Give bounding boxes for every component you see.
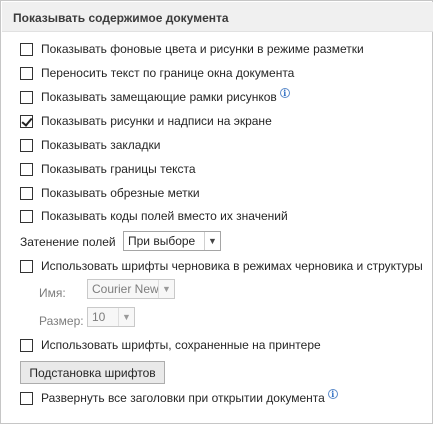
option-show-drawings[interactable]: Показывать рисунки и надписи на экране <box>20 113 272 129</box>
select-value: При выборе <box>128 234 196 248</box>
font-name-label: Имя: <box>39 286 66 300</box>
option-show-text-boundaries[interactable]: Показывать границы текста <box>20 161 196 177</box>
checkbox[interactable] <box>20 209 33 223</box>
option-label: Развернуть все заголовки при открытии до… <box>41 391 325 405</box>
checkbox[interactable] <box>20 138 33 152</box>
option-draft-font[interactable]: Использовать шрифты черновика в режимах … <box>20 258 423 274</box>
option-show-background-colors[interactable]: Показывать фоновые цвета и рисунки в реж… <box>20 41 364 57</box>
checkbox[interactable] <box>20 259 33 273</box>
option-label: Показывать границы текста <box>41 162 196 176</box>
checkbox[interactable] <box>20 162 33 176</box>
field-shading-select[interactable]: При выборе ▼ <box>123 231 221 251</box>
checkbox[interactable] <box>20 90 33 104</box>
field-shading-label: Затенение полей <box>20 235 116 249</box>
option-wrap-text-window[interactable]: Переносить текст по границе окна докумен… <box>20 65 294 81</box>
section-title: Показывать содержимое документа <box>13 11 229 25</box>
info-icon[interactable]: i <box>327 389 338 399</box>
option-label: Использовать шрифты, сохраненные на прин… <box>41 338 321 352</box>
option-label: Показывать замещающие рамки рисунков <box>41 90 277 104</box>
section-header: Показывать содержимое документа <box>2 2 433 32</box>
font-size-label: Размер: <box>39 314 84 328</box>
info-icon[interactable]: i <box>279 88 290 98</box>
option-picture-placeholders[interactable]: Показывать замещающие рамки рисунков i <box>20 88 290 105</box>
font-size-select[interactable]: 10 ▼ <box>87 307 135 327</box>
chevron-down-icon[interactable]: ▼ <box>118 308 134 326</box>
select-value: Courier New <box>92 282 158 296</box>
option-show-field-codes[interactable]: Показывать коды полей вместо их значений <box>20 208 288 224</box>
checkbox[interactable] <box>20 391 33 405</box>
checkbox[interactable] <box>20 66 33 80</box>
option-label: Показывать фоновые цвета и рисунки в реж… <box>41 42 364 56</box>
option-label: Показывать рисунки и надписи на экране <box>41 114 272 128</box>
option-label: Показывать обрезные метки <box>41 186 200 200</box>
chevron-down-icon[interactable]: ▼ <box>204 232 220 250</box>
checkbox[interactable] <box>20 42 33 56</box>
select-value: 10 <box>92 310 106 324</box>
font-name-select[interactable]: Courier New ▼ <box>87 279 175 299</box>
option-label: Использовать шрифты черновика в режимах … <box>41 259 423 273</box>
checkbox[interactable] <box>20 186 33 200</box>
checkbox[interactable] <box>20 338 33 352</box>
option-show-crop-marks[interactable]: Показывать обрезные метки <box>20 185 200 201</box>
option-label: Показывать коды полей вместо их значений <box>41 209 288 223</box>
option-expand-headings[interactable]: Развернуть все заголовки при открытии до… <box>20 389 338 406</box>
option-label: Показывать закладки <box>41 138 161 152</box>
font-substitution-button[interactable]: Подстановка шрифтов <box>20 361 165 384</box>
checkbox[interactable] <box>20 114 33 128</box>
option-printer-fonts[interactable]: Использовать шрифты, сохраненные на прин… <box>20 337 321 353</box>
chevron-down-icon[interactable]: ▼ <box>158 280 174 298</box>
option-show-bookmarks[interactable]: Показывать закладки <box>20 137 160 153</box>
options-panel: Показывать содержимое документа Показыва… <box>0 0 433 424</box>
option-label: Переносить текст по границе окна докумен… <box>41 66 295 80</box>
